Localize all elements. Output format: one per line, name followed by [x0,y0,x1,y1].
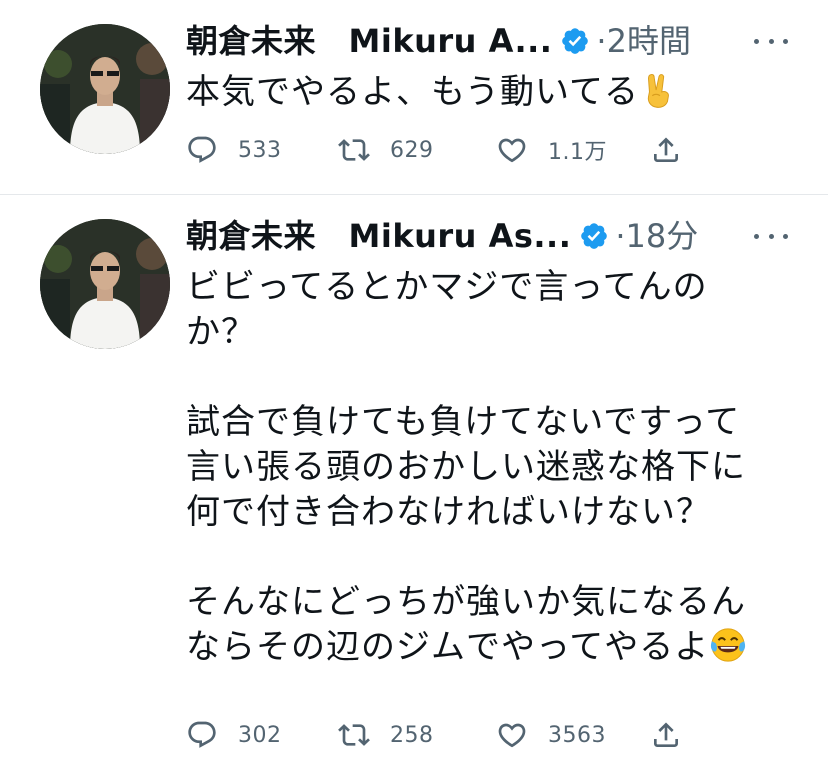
tweet-header: 朝倉未来 Mikuru A... · 2時間 [186,18,691,64]
tweet-header: 朝倉未来 Mikuru As... · 18分 [186,213,698,259]
reply-count: 302 [238,722,282,748]
more-options-icon[interactable] [754,36,788,46]
avatar[interactable] [40,219,170,349]
retweet-count: 258 [390,722,434,748]
face-with-tears-of-joy-icon [709,626,747,664]
share-icon [654,722,678,747]
tweet-actions: 302 258 3563 [186,715,686,755]
tweet-text: 本気でやるよ、もう動いてる [186,70,786,115]
share-icon [654,137,678,162]
retweet-button[interactable]: 258 [338,715,434,755]
avatar[interactable] [40,24,170,154]
verified-badge-icon [560,26,590,56]
reply-count: 533 [238,137,282,163]
like-button[interactable]: 3563 [496,715,606,755]
victory-hand-icon [639,71,677,109]
reply-icon [188,136,216,163]
heart-icon [498,723,526,748]
separator-dot: · [615,217,626,255]
retweet-button[interactable]: 629 [338,130,434,170]
like-count: 1.1万 [548,140,607,165]
tweet-text-content: 本気でやるよ、もう動いてる [186,72,639,112]
retweet-icon [338,139,370,161]
share-button[interactable] [650,130,682,170]
tweet-text-content: ビビってるとかマジで言ってんの か？ 試合で負けても負けてないですって 言い張る… [186,267,746,667]
tweet-1[interactable]: 朝倉未来 Mikuru A... · 2時間 本気でやるよ、もう動いてる 533… [0,0,828,194]
timestamp[interactable]: 18分 [626,213,699,259]
tweet-actions: 533 629 1.1万 [186,130,686,170]
retweet-count: 629 [390,137,434,163]
like-button[interactable]: 1.1万 [496,130,607,170]
display-name[interactable]: 朝倉未来 Mikuru A... [186,18,552,64]
display-name[interactable]: 朝倉未来 Mikuru As... [186,213,571,259]
reply-icon [188,721,216,748]
retweet-icon [338,724,370,746]
tweet-2[interactable]: 朝倉未来 Mikuru As... · 18分 ビビってるとかマジで言ってんの … [0,195,828,784]
reply-button[interactable]: 302 [186,715,282,755]
separator-dot: · [596,22,607,60]
timestamp[interactable]: 2時間 [607,18,691,64]
reply-button[interactable]: 533 [186,130,282,170]
tweet-text: ビビってるとかマジで言ってんの か？ 試合で負けても負けてないですって 言い張る… [186,265,786,670]
more-options-icon[interactable] [754,231,788,241]
verified-badge-icon [579,221,609,251]
share-button[interactable] [650,715,682,755]
like-count: 3563 [548,722,606,748]
heart-icon [498,138,526,163]
